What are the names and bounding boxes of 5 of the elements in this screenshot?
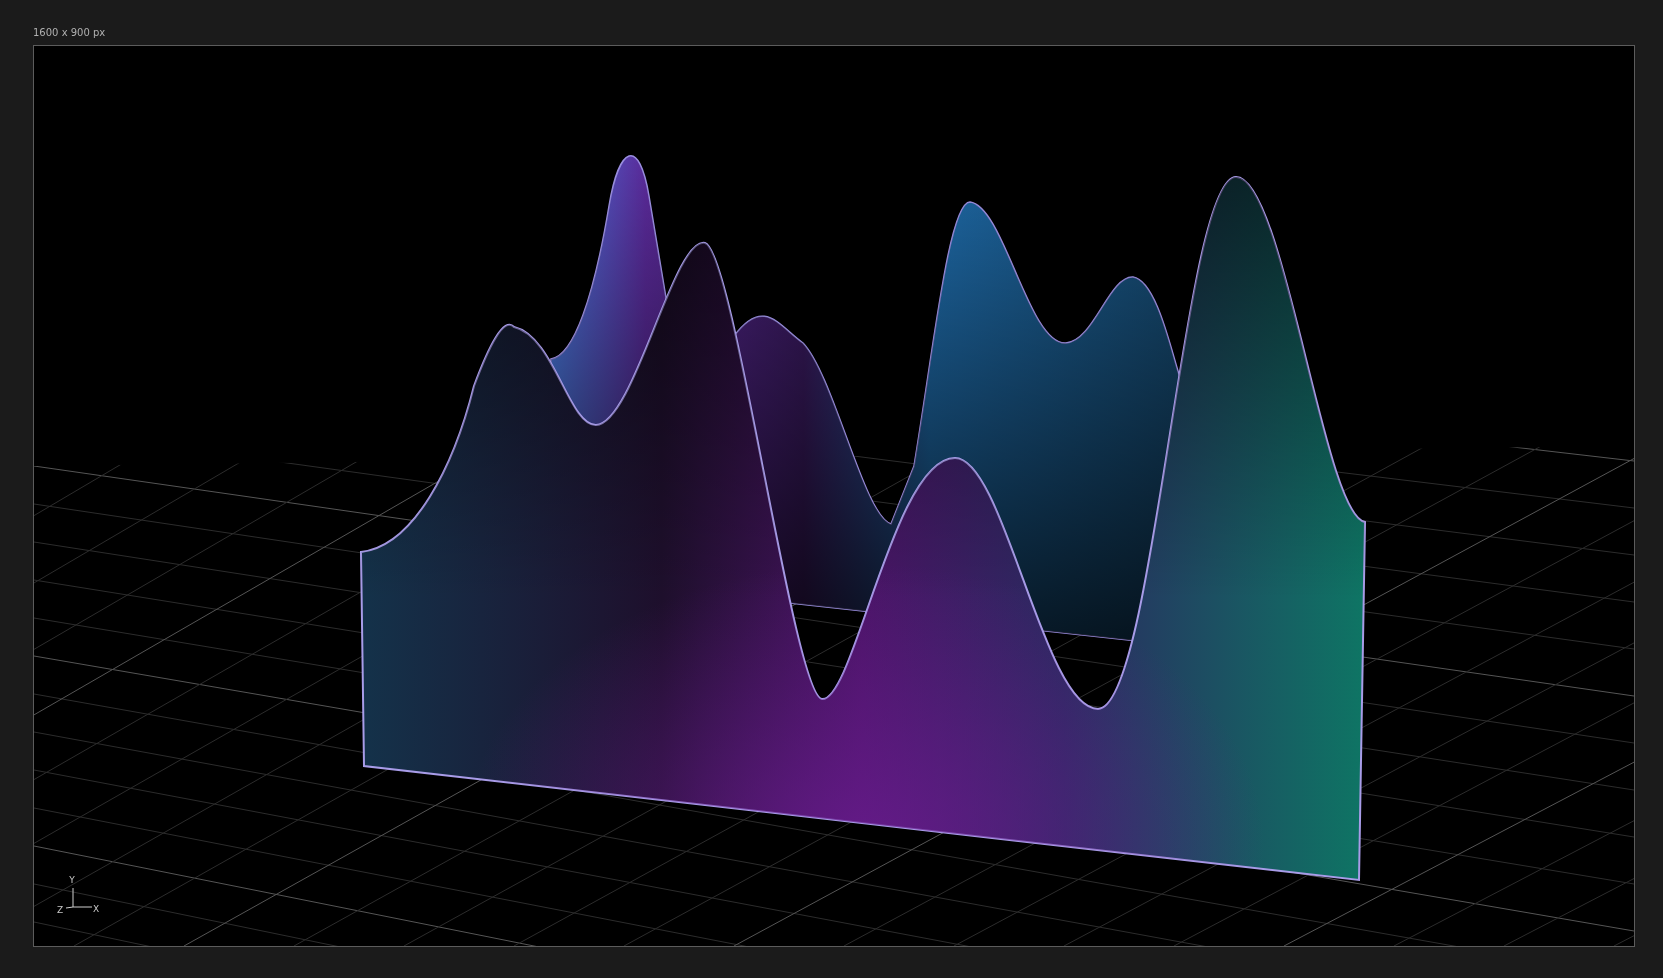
canvas-size-label: 1600 x 900 px bbox=[33, 26, 106, 40]
axis-label: Y bbox=[69, 875, 75, 885]
axis-label: X bbox=[92, 904, 100, 914]
axis-label: Z bbox=[56, 905, 64, 915]
axis-gizmo-icon bbox=[65, 887, 93, 909]
